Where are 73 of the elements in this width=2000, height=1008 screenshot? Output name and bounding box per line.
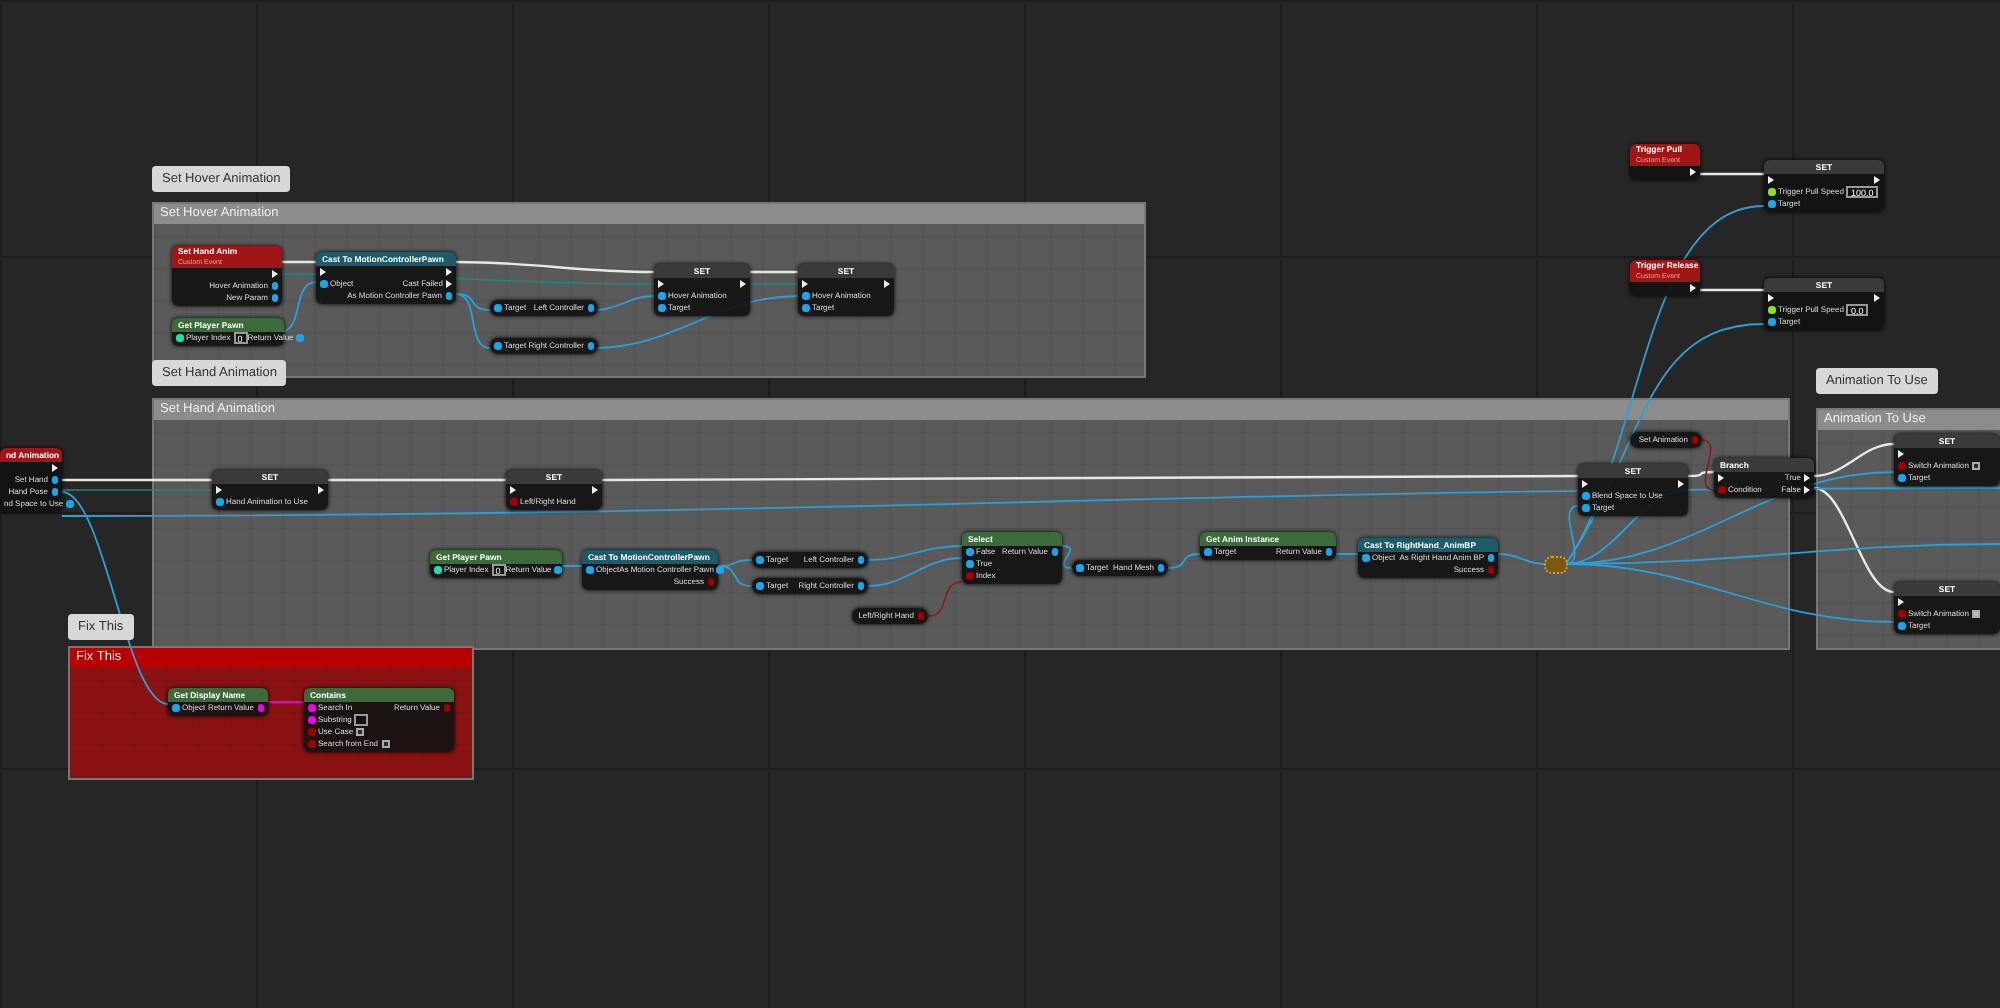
wire xyxy=(1700,172,1764,176)
pin-icon[interactable] xyxy=(1157,564,1164,572)
checkbox[interactable] xyxy=(381,740,390,748)
pin-icon[interactable] xyxy=(966,560,973,568)
pin-icon[interactable] xyxy=(1076,564,1083,572)
pin-icon[interactable] xyxy=(1051,548,1058,556)
exec-pin-icon[interactable] xyxy=(1678,480,1684,488)
pin-icon[interactable] xyxy=(66,500,74,508)
pin-icon[interactable] xyxy=(587,304,594,312)
pin-icon[interactable] xyxy=(216,498,223,506)
pin-icon[interactable] xyxy=(1768,200,1775,208)
pin-icon[interactable] xyxy=(1325,548,1332,556)
checkbox[interactable] xyxy=(1971,462,1980,470)
pin-icon[interactable] xyxy=(308,704,315,712)
pin-icon[interactable] xyxy=(966,548,973,556)
pin-icon[interactable] xyxy=(1582,504,1589,512)
pin-icon[interactable] xyxy=(434,566,441,574)
pin-icon[interactable] xyxy=(716,566,724,574)
exec-pin-icon[interactable] xyxy=(884,280,890,288)
pin-icon[interactable] xyxy=(494,342,501,350)
pin-icon[interactable] xyxy=(308,716,315,724)
wire xyxy=(1497,553,1547,565)
wire xyxy=(282,260,316,264)
exec-pin-icon[interactable] xyxy=(446,268,452,276)
pin-icon[interactable] xyxy=(1898,474,1905,482)
pin-icon[interactable] xyxy=(756,582,763,590)
pin-icon[interactable] xyxy=(587,342,594,350)
pin-icon[interactable] xyxy=(271,282,278,290)
pin-icon[interactable] xyxy=(857,582,864,590)
exec-pin-icon[interactable] xyxy=(592,486,598,494)
checkbox[interactable] xyxy=(1971,610,1980,618)
exec-pin-icon[interactable] xyxy=(318,486,324,494)
pin-icon[interactable] xyxy=(1898,622,1905,630)
pin-icon[interactable] xyxy=(1768,318,1775,326)
pin-icon[interactable] xyxy=(51,476,58,484)
wire xyxy=(1167,553,1201,569)
pin-icon[interactable] xyxy=(554,566,562,574)
exec-pin-icon[interactable] xyxy=(740,280,746,288)
wire xyxy=(561,565,583,567)
pin-icon[interactable] xyxy=(172,704,179,712)
wire xyxy=(1335,553,1359,555)
exec-pin-icon[interactable] xyxy=(1804,486,1810,494)
pin-icon[interactable] xyxy=(1204,548,1211,556)
wire xyxy=(750,270,798,274)
wire xyxy=(267,701,305,703)
pin-icon[interactable] xyxy=(1768,306,1775,314)
pin-icon[interactable] xyxy=(271,294,278,302)
wire xyxy=(749,283,799,285)
pin-icon[interactable] xyxy=(802,304,809,312)
exec-pin-icon[interactable] xyxy=(1690,168,1696,176)
wire xyxy=(1061,545,1073,569)
pin-icon[interactable] xyxy=(1487,554,1494,562)
pin-icon[interactable] xyxy=(756,556,763,564)
pin-icon[interactable] xyxy=(802,292,809,300)
pin-icon[interactable] xyxy=(494,304,501,312)
pin-icon[interactable] xyxy=(51,488,58,496)
pin-icon[interactable] xyxy=(445,292,452,300)
exec-pin-icon[interactable] xyxy=(1874,294,1880,302)
pin-icon[interactable] xyxy=(1768,188,1775,196)
pin-icon[interactable] xyxy=(176,334,183,342)
pin-icon[interactable] xyxy=(586,566,593,574)
pin-icon[interactable] xyxy=(658,304,665,312)
pin-icon[interactable] xyxy=(857,556,864,564)
pin-icon[interactable] xyxy=(257,704,264,712)
exec-pin-icon[interactable] xyxy=(1690,284,1696,292)
pin-icon[interactable] xyxy=(320,280,327,288)
pin-icon[interactable] xyxy=(658,292,665,300)
checkbox[interactable] xyxy=(356,728,365,736)
pin-icon[interactable] xyxy=(1582,492,1589,500)
exec-pin-icon[interactable] xyxy=(1804,474,1810,482)
value-field[interactable] xyxy=(354,714,369,726)
pin-icon[interactable] xyxy=(1362,554,1369,562)
reroute-knot[interactable] xyxy=(1546,558,1566,572)
